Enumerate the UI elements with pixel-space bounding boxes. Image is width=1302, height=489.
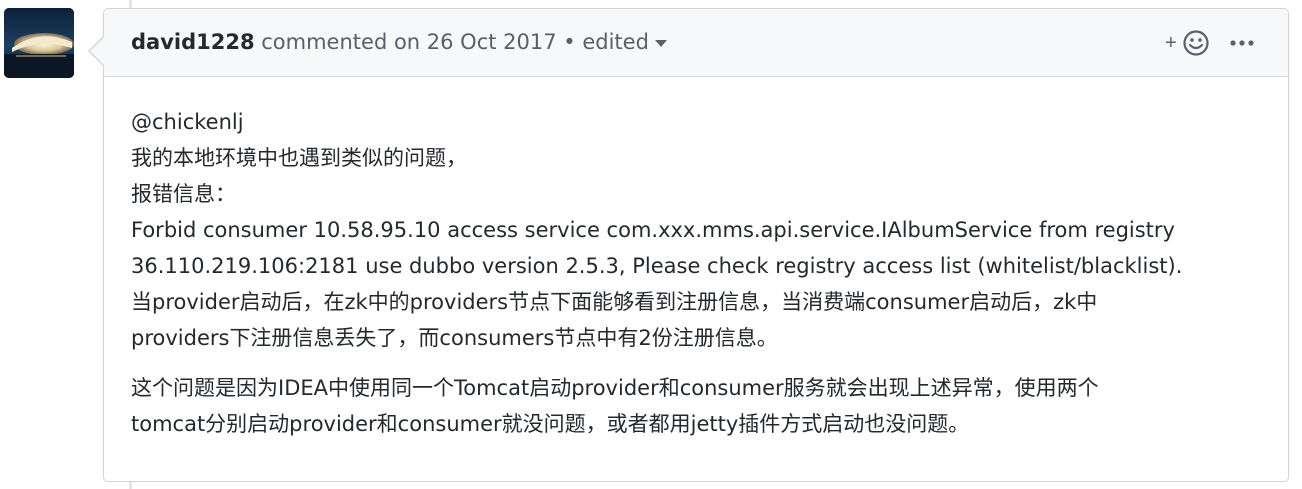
body-line: 我的本地环境中也遇到类似的问题， [131, 146, 467, 170]
comment-body: @chickenlj 我的本地环境中也遇到类似的问题， 报错信息： Forbid… [104, 77, 1288, 442]
body-line: 报错信息： [131, 182, 236, 206]
avatar[interactable] [4, 8, 74, 78]
comment-paragraph: 这个问题是因为IDEA中使用同一个Tomcat启动provider和consum… [131, 370, 1261, 442]
comment-box: david1228 commented on 26 Oct 2017 • edi… [88, 8, 1289, 482]
body-line: 这个问题是因为IDEA中使用同一个Tomcat启动provider和consum… [131, 376, 1099, 400]
more-options-button[interactable] [1228, 31, 1258, 55]
body-line: 36.110.219.106:2181 use dubbo version 2.… [131, 254, 1183, 278]
smiley-plus-icon: + [1165, 30, 1209, 56]
comment-header: david1228 commented on 26 Oct 2017 • edi… [104, 9, 1288, 77]
add-reaction-button[interactable]: + [1162, 29, 1210, 57]
body-line: 当provider启动后，在zk中的providers节点下面能够看到注册信息，… [131, 290, 1098, 314]
body-line: providers下注册信息丢失了，而consumers节点中有2份注册信息。 [131, 326, 778, 350]
comment-meta: david1228 commented on 26 Oct 2017 • edi… [131, 30, 667, 54]
body-line: tomcat分别启动provider和consumer就没问题，或者都用jett… [131, 412, 970, 436]
comment-timestamp[interactable]: commented on 26 Oct 2017 • edited [255, 30, 649, 54]
author-link[interactable]: david1228 [131, 30, 255, 54]
svg-text:+: + [1165, 32, 1177, 54]
body-line: Forbid consumer 10.58.95.10 access servi… [131, 218, 1175, 242]
comment-paragraph: @chickenlj 我的本地环境中也遇到类似的问题， 报错信息： Forbid… [131, 104, 1261, 356]
edited-dropdown-caret-icon[interactable] [654, 39, 667, 47]
kebab-horizontal-icon [1230, 40, 1254, 46]
mention-link[interactable]: @chickenlj [131, 104, 1261, 140]
